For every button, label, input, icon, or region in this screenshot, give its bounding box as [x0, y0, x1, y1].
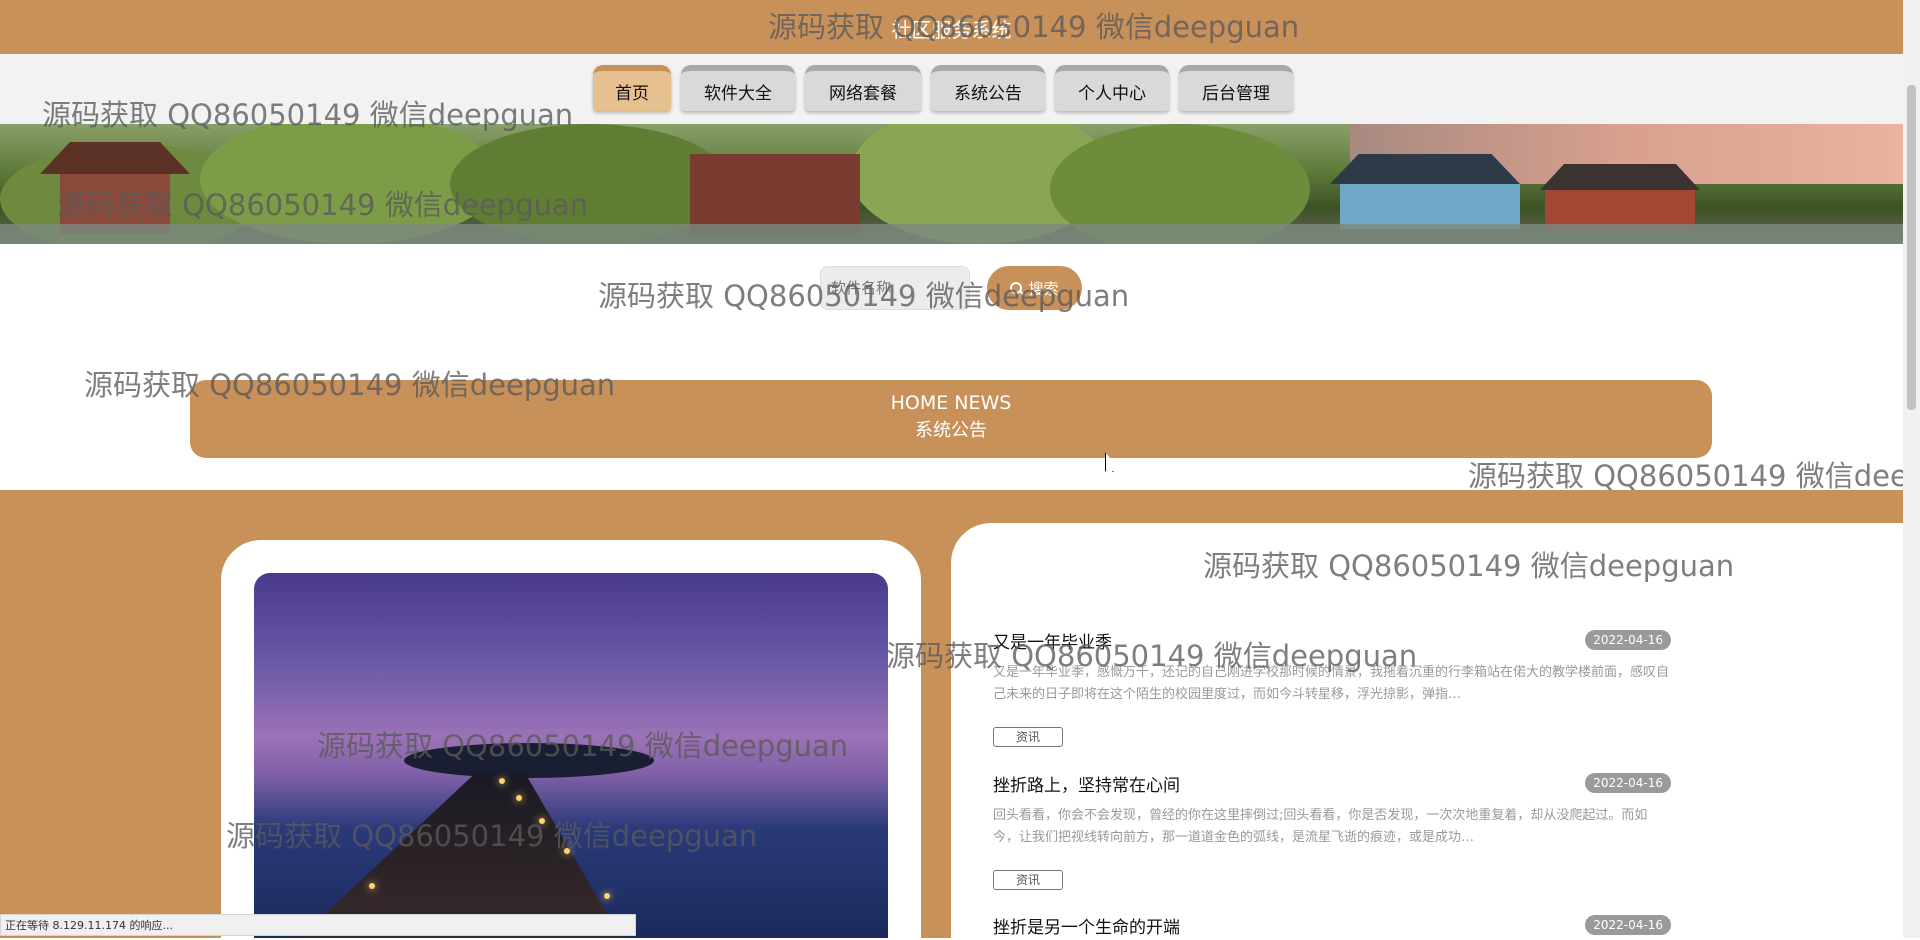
- nav-item-personal-center[interactable]: 个人中心: [1055, 65, 1169, 111]
- nav-item-admin[interactable]: 后台管理: [1179, 65, 1293, 111]
- browser-status-bar: 正在等待 8.129.11.174 的响应...: [0, 914, 636, 936]
- news-tag[interactable]: 资讯: [993, 727, 1063, 747]
- search-button[interactable]: 搜索: [987, 266, 1082, 310]
- news-summary: 又是一年毕业季，感慨万千，还记的自己刚进学校那时候的情景，我拖着沉重的行李箱站在…: [993, 665, 1670, 702]
- nav-item-software[interactable]: 软件大全: [681, 65, 795, 111]
- news-section-header: HOME NEWS 系统公告: [190, 380, 1712, 458]
- nav-item-announcements[interactable]: 系统公告: [931, 65, 1045, 111]
- search-input[interactable]: [820, 266, 970, 310]
- search-icon: [1010, 282, 1023, 294]
- scrollbar-thumb[interactable]: [1907, 85, 1916, 410]
- news-date-badge: 2022-04-16: [1585, 773, 1671, 793]
- main-nav: 首页 软件大全 网络套餐 系统公告 个人中心 后台管理: [593, 65, 1293, 111]
- featured-photo[interactable]: [254, 573, 888, 938]
- top-bar: 社区服务系统: [0, 0, 1903, 54]
- news-summary: 回头看看，你会不会发现，曾经的你在这里摔倒过;回头看看，你是否发现，一次次地重复…: [993, 808, 1648, 845]
- watermark: 源码获取 QQ86050149 微信deepguan: [1468, 459, 1903, 493]
- site-title: 社区服务系统: [891, 18, 1012, 42]
- news-section-title-cn: 系统公告: [915, 420, 987, 441]
- nav-item-home[interactable]: 首页: [593, 65, 671, 111]
- news-date-badge: 2022-04-16: [1585, 915, 1671, 935]
- news-title[interactable]: 挫折是另一个生命的开端: [993, 913, 1180, 938]
- news-date-badge: 2022-04-16: [1585, 630, 1671, 650]
- nav-item-network-package[interactable]: 网络套餐: [805, 65, 921, 111]
- banner-image: [0, 124, 1903, 244]
- news-section-title-en: HOME NEWS: [890, 392, 1012, 414]
- news-item[interactable]: 挫折是另一个生命的开端 2022-04-16: [993, 913, 1673, 938]
- search-button-label: 搜索: [1028, 280, 1059, 298]
- news-title[interactable]: 挫折路上，坚持常在心间: [993, 771, 1180, 796]
- news-title[interactable]: 又是一年毕业季: [993, 628, 1112, 653]
- page-scrollbar[interactable]: [1903, 0, 1920, 938]
- news-list-card: [951, 523, 1903, 938]
- news-tag[interactable]: 资讯: [993, 870, 1063, 890]
